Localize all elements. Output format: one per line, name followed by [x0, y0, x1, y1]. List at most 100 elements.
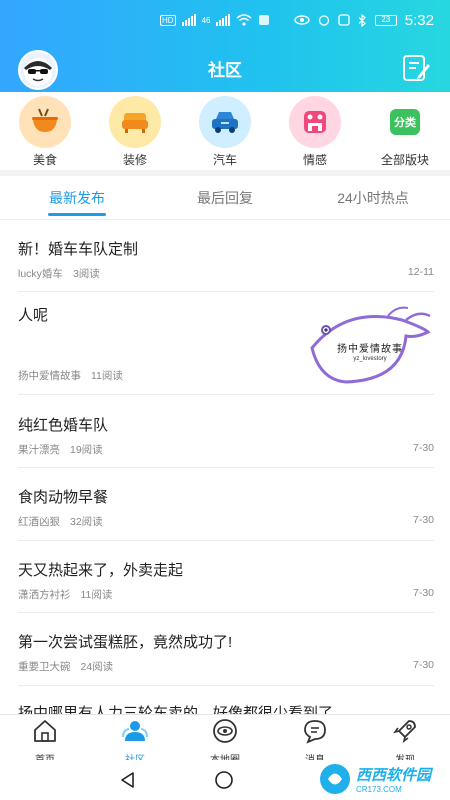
car-icon: [199, 96, 251, 148]
category-car[interactable]: 汽车: [187, 96, 263, 168]
post-title: 食肉动物早餐: [18, 489, 109, 506]
watermark-text: 西西软件园: [356, 767, 432, 784]
section-divider: [0, 170, 450, 176]
post-item[interactable]: 食肉动物早餐 红酒凶狠 32阅读 7-30: [18, 468, 434, 541]
nav-community[interactable]: 社区: [100, 717, 170, 766]
system-nav-bar: 西西软件园 CR173.COM: [0, 760, 450, 800]
post-item[interactable]: 人呢 扬中爱情故事 11阅读 扬中爱情故事 yz_lovestory: [18, 292, 434, 395]
post-meta: 重要卫大碗 24阅读: [18, 659, 113, 674]
post-reads: 11阅读: [80, 589, 113, 601]
signal2-icon: [216, 14, 231, 26]
thumbnail-title: 扬中爱情故事: [337, 344, 403, 355]
food-icon: [19, 96, 71, 148]
category-food[interactable]: 美食: [7, 96, 83, 168]
post-date: 7-30: [412, 514, 434, 526]
tab-latest[interactable]: 最新发布: [7, 188, 147, 208]
eye-circle-icon: [213, 719, 237, 743]
category-all[interactable]: 分类 全部版块: [367, 96, 443, 168]
post-reads: 19阅读: [70, 444, 103, 456]
post-date: 7-30: [412, 587, 434, 599]
status-right: 23 5:32: [294, 12, 434, 29]
nfc-icon: [338, 14, 350, 26]
post-reads: 3阅读: [72, 268, 100, 280]
signal-icon: [181, 14, 196, 26]
post-title: 扬中哪里有人力三轮车卖的，好像都很少看到了: [18, 705, 334, 714]
post-item[interactable]: 扬中哪里有人力三轮车卖的，好像都很少看到了: [18, 686, 434, 714]
all-boards-icon: 分类: [379, 96, 431, 148]
watermark-logo-icon: [320, 764, 350, 794]
post-meta: lucky婚车 3阅读: [18, 266, 100, 281]
home-circle-icon[interactable]: [214, 770, 234, 790]
post-reads: 24阅读: [80, 661, 114, 673]
nav-messages[interactable]: 消息: [280, 717, 350, 766]
category-label: 汽车: [212, 153, 237, 167]
category-label: 装修: [122, 153, 147, 167]
post-author: lucky婚车: [18, 268, 63, 280]
category-label: 美食: [32, 153, 57, 167]
post-reads: 32阅读: [70, 516, 103, 528]
message-icon: [304, 720, 326, 744]
status-bar: HD 46 23 5:32: [0, 0, 450, 40]
post-item[interactable]: 第一次尝试蛋糕胚，竟然成功了! 重要卫大碗 24阅读 7-30: [18, 613, 434, 686]
bluetooth-icon: [358, 13, 366, 27]
active-tab-indicator: [48, 213, 106, 216]
feed-tabs: 最新发布 最后回复 24小时热点: [0, 178, 450, 220]
clock: 5:32: [404, 11, 434, 29]
back-triangle-icon[interactable]: [118, 770, 138, 790]
alarm-icon: [318, 15, 329, 26]
nav-discover[interactable]: 发现: [370, 717, 440, 766]
post-meta: 潇洒方衬衫 11阅读: [18, 587, 112, 602]
category-emotion[interactable]: 情感: [277, 96, 353, 168]
rocket-icon: [393, 720, 416, 743]
post-date: 12-11: [407, 266, 434, 278]
nav-local-circle[interactable]: 本地圈: [190, 717, 260, 766]
post-title: 第一次尝试蛋糕胚，竟然成功了!: [18, 634, 233, 651]
post-author: 红酒凶狠: [18, 516, 60, 528]
page-title: 社区: [208, 61, 242, 80]
tab-24h-hot[interactable]: 24小时热点: [303, 188, 443, 208]
category-label: 情感: [302, 153, 327, 167]
bottom-nav: 首页 社区 本地圈 消息 发现: [0, 714, 450, 766]
post-reads: 11阅读: [91, 370, 123, 382]
net-label: HD: [160, 14, 176, 26]
post-date: 7-30: [412, 659, 434, 671]
post-item[interactable]: 新！婚车车队定制 lucky婚车 3阅读 12-11: [18, 222, 434, 292]
post-title: 天又热起来了，外卖走起: [18, 562, 184, 579]
post-author: 果汁漂亮: [18, 444, 60, 456]
post-meta: 扬中爱情故事 11阅读: [18, 368, 123, 383]
title-bar: 社区: [0, 42, 450, 90]
compose-button[interactable]: [400, 52, 432, 84]
status-network: HD 46: [160, 14, 270, 26]
home-icon: [34, 720, 56, 742]
app-header: HD 46 23 5:32 社区: [0, 0, 450, 92]
post-date: 7-30: [412, 442, 434, 454]
category-decoration[interactable]: 装修: [97, 96, 173, 168]
post-title: 新！婚车车队定制: [18, 241, 139, 258]
all-boards-badge: 分类: [390, 109, 420, 135]
post-author: 潇洒方衬衫: [18, 589, 71, 601]
post-author: 重要卫大碗: [18, 661, 71, 673]
post-title: 人呢: [18, 307, 49, 324]
category-label: 全部版块: [380, 153, 429, 167]
post-thumbnail: 扬中爱情故事 yz_lovestory: [306, 302, 434, 388]
community-icon: [122, 721, 148, 741]
edit-icon: [403, 55, 430, 81]
emotion-icon: [289, 96, 341, 148]
wifi-icon: [236, 14, 252, 26]
nav-home[interactable]: 首页: [10, 717, 80, 766]
post-title: 纯红色婚车队: [18, 417, 109, 434]
post-author: 扬中爱情故事: [18, 370, 81, 382]
notification-icon: [259, 15, 270, 25]
eye-icon: [294, 15, 310, 25]
post-item[interactable]: 纯红色婚车队 果汁漂亮 19阅读 7-30: [18, 395, 434, 468]
sofa-icon: [109, 96, 161, 148]
post-meta: 果汁漂亮 19阅读: [18, 442, 103, 457]
category-row: 美食 装修 汽车 情感 分类 全部版块: [0, 96, 450, 168]
battery-icon: 23: [374, 14, 397, 26]
net-type: 46: [201, 15, 211, 25]
thumbnail-subtitle: yz_lovestory: [353, 356, 387, 362]
post-item[interactable]: 天又热起来了，外卖走起 潇洒方衬衫 11阅读 7-30: [18, 541, 434, 613]
tab-last-reply[interactable]: 最后回复: [155, 188, 295, 208]
watermark: 西西软件园 CR173.COM: [318, 762, 444, 796]
watermark-sub: CR173.COM: [356, 785, 402, 794]
